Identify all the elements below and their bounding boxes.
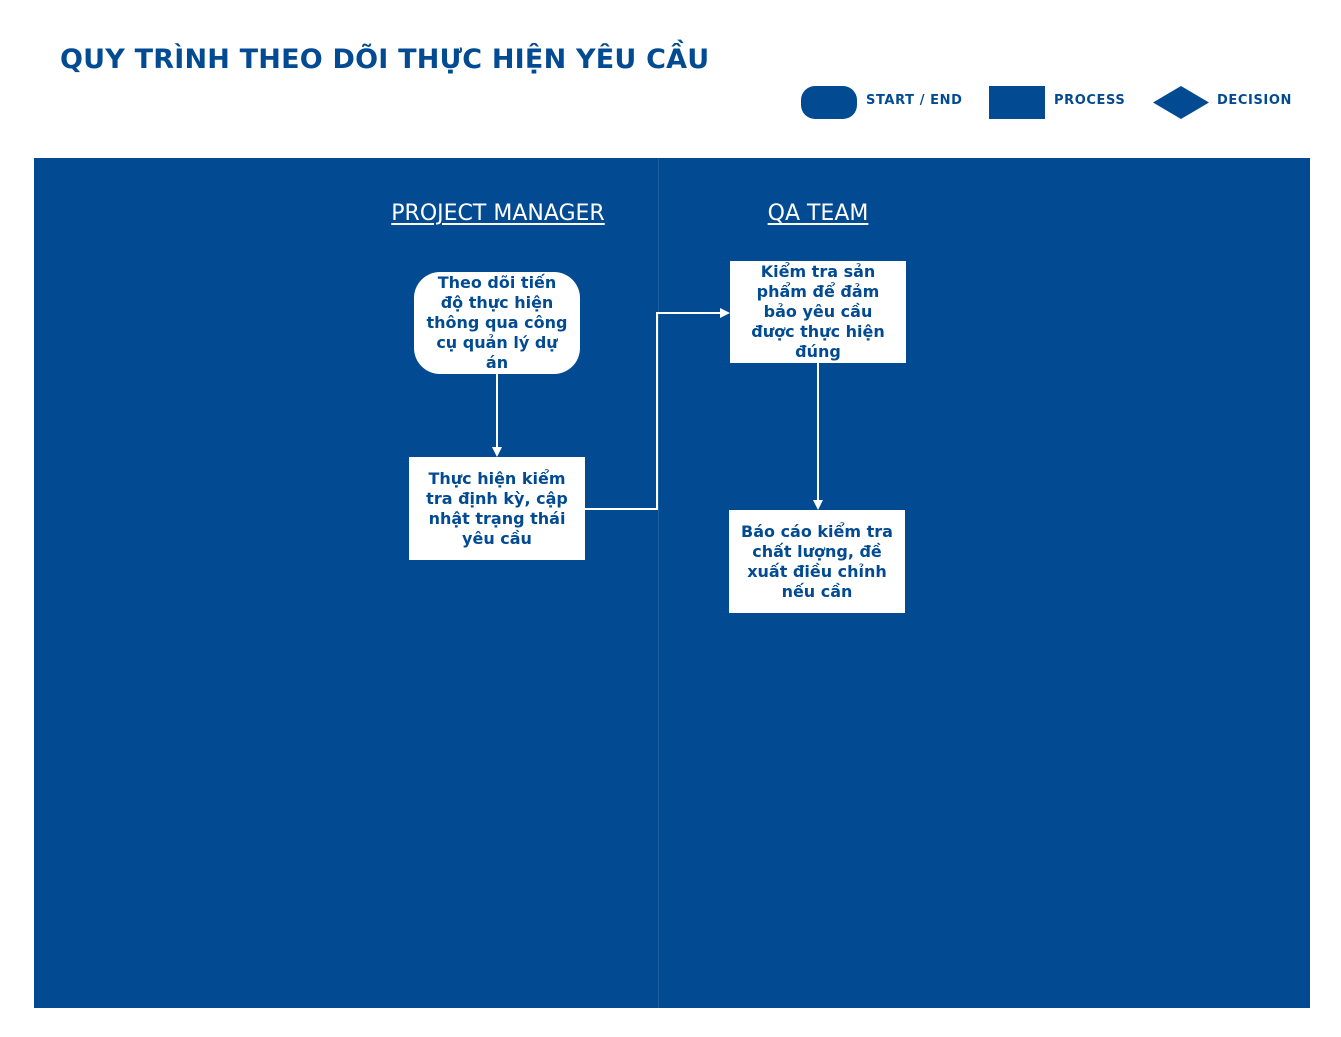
start-end-legend-icon: [801, 86, 857, 119]
start-end-legend-label: START / END: [866, 93, 963, 108]
connectors: [492, 308, 823, 510]
lane-title-qa-team: QA TEAM: [767, 201, 869, 226]
flowchart-canvas: PROJECT MANAGER QA TEAM Theo dõi tiến độ…: [34, 158, 1310, 1008]
decision-legend-icon: [1153, 86, 1209, 119]
node-start-track-progress: Theo dõi tiến độ thực hiện thông qua côn…: [414, 272, 580, 374]
connector-process-to-qa-check: [585, 308, 730, 510]
lane-title-project-manager: PROJECT MANAGER: [391, 201, 605, 226]
node-process-periodic-check: Thực hiện kiểm tra định kỳ, cập nhật trạ…: [409, 457, 585, 560]
node-process-qa-check: Kiểm tra sản phẩm để đảm bảo yêu cầu đượ…: [730, 261, 906, 363]
decision-legend-label: DECISION: [1217, 93, 1292, 108]
node-process-qa-report: Báo cáo kiểm tra chất lượng, đề xuất điề…: [729, 510, 905, 613]
process-legend-label: PROCESS: [1054, 93, 1126, 108]
page-title: QUY TRÌNH THEO DÕI THỰC HIỆN YÊU CẦU: [60, 44, 710, 75]
lane-divider: [658, 158, 659, 1008]
process-legend-icon: [989, 86, 1045, 119]
